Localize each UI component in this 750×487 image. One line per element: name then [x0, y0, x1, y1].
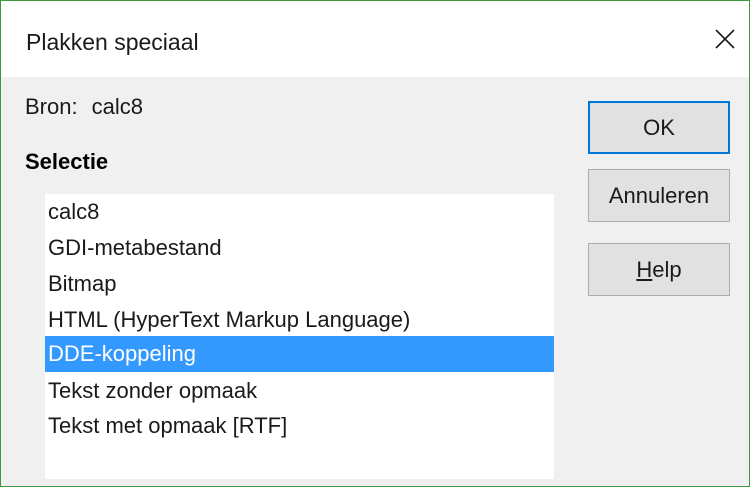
list-item-selected[interactable]: DDE-koppeling — [45, 336, 554, 372]
help-label-rest: elp — [652, 256, 682, 282]
close-icon — [715, 29, 735, 49]
list-item[interactable]: HTML (HyperText Markup Language) — [45, 302, 554, 338]
selection-listbox[interactable]: calc8 GDI-metabestand Bitmap HTML (Hyper… — [45, 194, 554, 479]
cancel-button[interactable]: Annuleren — [588, 169, 730, 222]
source-row: Bron: calc8 — [25, 94, 143, 120]
paste-special-dialog: Plakken speciaal Bron: calc8 Selectie cal… — [0, 0, 750, 487]
list-item[interactable]: Tekst met opmaak [RTF] — [45, 408, 554, 444]
close-button[interactable] — [701, 15, 749, 63]
list-item[interactable]: calc8 — [45, 194, 554, 230]
help-mnemonic: H — [636, 256, 653, 282]
list-item[interactable]: Tekst zonder opmaak — [45, 373, 554, 409]
selection-heading: Selectie — [25, 149, 109, 174]
source-label: Bron: — [25, 94, 78, 119]
dialog-title: Plakken speciaal — [26, 29, 199, 55]
title-bar: Plakken speciaal — [1, 1, 749, 77]
ok-button[interactable]: OK — [588, 101, 730, 154]
list-item[interactable]: GDI-metabestand — [45, 230, 554, 266]
help-button[interactable]: Help — [588, 243, 730, 296]
list-item[interactable]: Bitmap — [45, 266, 554, 302]
source-value: calc8 — [91, 94, 143, 119]
